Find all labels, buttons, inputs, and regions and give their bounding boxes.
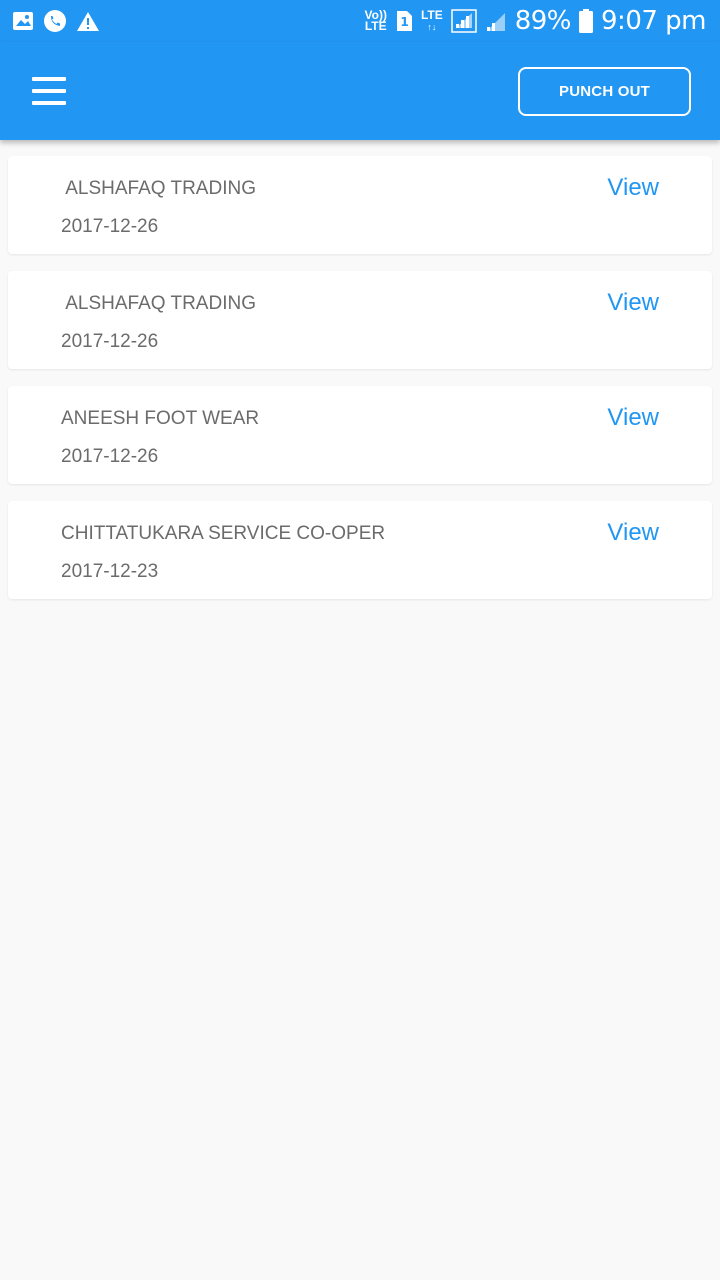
punch-out-button[interactable]: PUNCH OUT: [518, 67, 691, 116]
battery-icon: [579, 9, 594, 33]
item-date: 2017-12-26: [61, 446, 159, 467]
lte-text: LTE: [420, 7, 443, 22]
view-link[interactable]: View: [607, 174, 659, 202]
signal-icon: [450, 9, 477, 33]
system-indicators: Vo)) LTE 1 LTE ↑↓ 89% 9:07 pm: [365, 6, 707, 36]
clock: 9:07 pm: [601, 6, 706, 36]
menu-line-2: [32, 89, 66, 93]
view-link[interactable]: View: [607, 519, 659, 547]
item-title: CHITTATUKARA SERVICE CO-OPER: [61, 523, 386, 544]
phone-icon: [44, 10, 66, 32]
lte-indicator: LTE ↑↓: [420, 7, 443, 32]
menu-line-3: [32, 101, 66, 105]
list-item[interactable]: ALSHAFAQ TRADING 2017-12-26 View: [8, 271, 712, 369]
status-bar: Vo)) LTE 1 LTE ↑↓ 89% 9:07 pm: [0, 0, 720, 42]
view-link[interactable]: View: [607, 289, 659, 317]
sim-icon: 1: [395, 10, 413, 32]
visit-list: ALSHAFAQ TRADING 2017-12-26 View ALSHAFA…: [8, 156, 712, 616]
item-date: 2017-12-23: [61, 561, 159, 582]
item-date: 2017-12-26: [61, 331, 159, 352]
sim-number: 1: [400, 15, 408, 29]
item-date: 2017-12-26: [61, 216, 159, 237]
signal-2-icon: [485, 10, 507, 32]
menu-line-1: [32, 77, 66, 81]
volte-indicator: Vo)) LTE: [364, 9, 387, 33]
warning-icon: [76, 11, 100, 32]
battery-percent: 89%: [514, 6, 572, 36]
view-link[interactable]: View: [607, 404, 659, 432]
list-item[interactable]: ANEESH FOOT WEAR 2017-12-26 View: [8, 386, 712, 484]
item-title: ANEESH FOOT WEAR: [61, 408, 260, 429]
item-title: ALSHAFAQ TRADING: [61, 178, 256, 199]
hamburger-menu-icon[interactable]: [24, 68, 74, 114]
item-title: ALSHAFAQ TRADING: [61, 293, 256, 314]
image-icon: [12, 11, 34, 31]
list-item[interactable]: CHITTATUKARA SERVICE CO-OPER 2017-12-23 …: [8, 501, 712, 599]
notification-icons: [12, 10, 100, 32]
app-bar: PUNCH OUT: [0, 42, 720, 140]
volte-bottom-text: LTE: [364, 19, 387, 33]
list-item[interactable]: ALSHAFAQ TRADING 2017-12-26 View: [8, 156, 712, 254]
